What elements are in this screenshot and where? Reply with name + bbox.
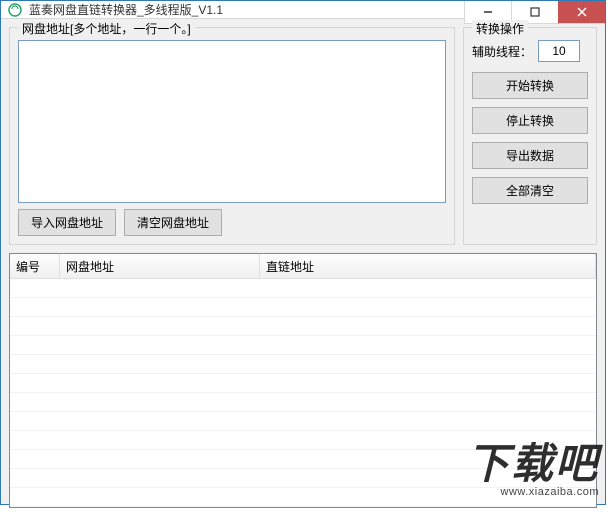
client-area: 网盘地址[多个地址，一行一个。] 导入网盘地址 清空网盘地址 转换操作 辅助线程…	[1, 19, 605, 516]
table-row[interactable]	[10, 298, 596, 317]
operations-group: 转换操作 辅助线程： 开始转换 停止转换 导出数据 全部清空	[463, 27, 597, 245]
minimize-icon	[483, 7, 493, 17]
window-title: 蓝奏网盘直链转换器_多线程版_V1.1	[29, 1, 223, 18]
clear-all-button[interactable]: 全部清空	[472, 177, 588, 204]
table-row[interactable]	[10, 279, 596, 298]
close-icon	[577, 7, 587, 17]
table-row[interactable]	[10, 374, 596, 393]
column-pan-address[interactable]: 网盘地址	[60, 254, 260, 278]
thread-label: 辅助线程：	[472, 43, 532, 60]
table-row[interactable]	[10, 317, 596, 336]
table-row[interactable]	[10, 469, 596, 488]
address-group-legend: 网盘地址[多个地址，一行一个。]	[18, 20, 195, 37]
close-button[interactable]	[558, 1, 605, 24]
export-data-button[interactable]: 导出数据	[472, 142, 588, 169]
app-window: 蓝奏网盘直链转换器_多线程版_V1.1 网盘地址[多个地址，一行一个。]	[0, 0, 606, 505]
results-list[interactable]: 编号 网盘地址 直链地址	[9, 253, 597, 508]
column-number[interactable]: 编号	[10, 254, 60, 278]
app-icon	[7, 2, 23, 18]
address-textarea[interactable]	[18, 40, 446, 203]
list-header: 编号 网盘地址 直链地址	[10, 254, 596, 279]
column-direct-link[interactable]: 直链地址	[260, 254, 596, 278]
thread-row: 辅助线程：	[472, 40, 588, 62]
address-group: 网盘地址[多个地址，一行一个。] 导入网盘地址 清空网盘地址	[9, 27, 455, 245]
clear-addresses-button[interactable]: 清空网盘地址	[124, 209, 222, 236]
titlebar[interactable]: 蓝奏网盘直链转换器_多线程版_V1.1	[1, 1, 605, 19]
table-row[interactable]	[10, 355, 596, 374]
thread-count-input[interactable]	[538, 40, 580, 62]
import-addresses-button[interactable]: 导入网盘地址	[18, 209, 116, 236]
table-row[interactable]	[10, 450, 596, 469]
top-row: 网盘地址[多个地址，一行一个。] 导入网盘地址 清空网盘地址 转换操作 辅助线程…	[9, 27, 597, 245]
start-convert-button[interactable]: 开始转换	[472, 72, 588, 99]
table-row[interactable]	[10, 393, 596, 412]
table-row[interactable]	[10, 336, 596, 355]
table-row[interactable]	[10, 488, 596, 507]
table-row[interactable]	[10, 412, 596, 431]
address-buttons: 导入网盘地址 清空网盘地址	[18, 209, 446, 236]
list-body[interactable]	[10, 279, 596, 507]
table-row[interactable]	[10, 431, 596, 450]
maximize-icon	[530, 7, 540, 17]
operations-group-legend: 转换操作	[472, 20, 528, 37]
stop-convert-button[interactable]: 停止转换	[472, 107, 588, 134]
